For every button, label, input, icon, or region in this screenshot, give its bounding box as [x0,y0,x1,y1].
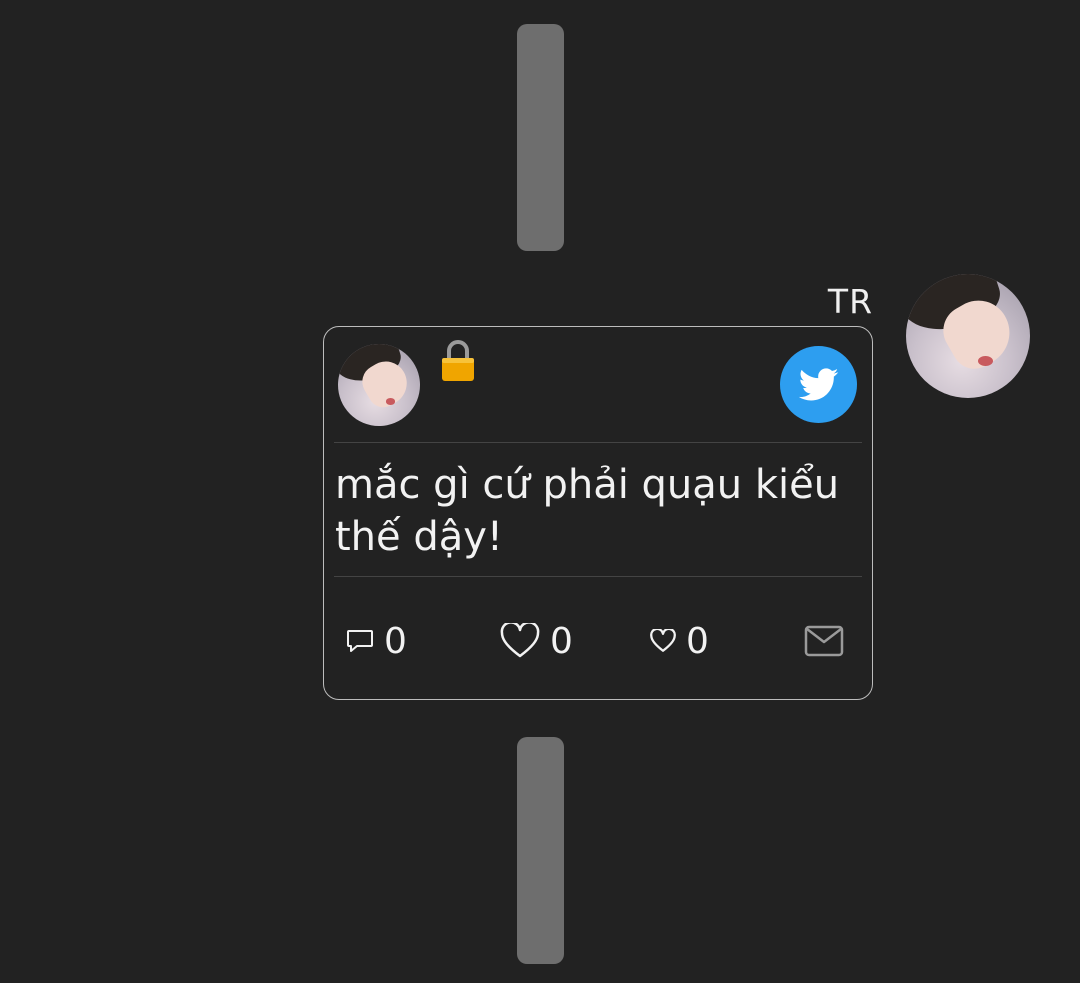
reply-count: 0 [384,620,407,662]
tweet-card[interactable]: mắc gì cứ phải quạu kiểu thế dậy! 0 0 0 [323,326,873,700]
chat-screen: TR mắc gì cứ phải quạu kiểu thế dậy! 0 0… [0,0,1080,983]
tweet-author-avatar[interactable] [338,344,420,426]
sender-name: TR [827,282,873,321]
message-button[interactable] [804,617,844,665]
twitter-icon[interactable] [780,346,857,423]
small-heart-icon [650,629,676,652]
lock-icon [442,340,474,381]
sender-avatar[interactable] [906,274,1030,398]
secondary-like-count: 0 [686,620,709,662]
like-button[interactable]: 0 [500,617,573,665]
divider [334,442,862,443]
comment-icon [347,630,373,652]
reply-button[interactable]: 0 [346,617,407,665]
heart-icon [500,623,540,658]
tweet-actions: 0 0 0 [324,617,872,665]
tweet-text: mắc gì cứ phải quạu kiểu thế dậy! [335,462,840,560]
divider [334,576,862,577]
mail-icon [804,625,844,657]
secondary-like-button[interactable]: 0 [650,617,709,665]
loading-placeholder-top [517,24,564,251]
loading-placeholder-bottom [517,737,564,964]
like-count: 0 [550,620,573,662]
